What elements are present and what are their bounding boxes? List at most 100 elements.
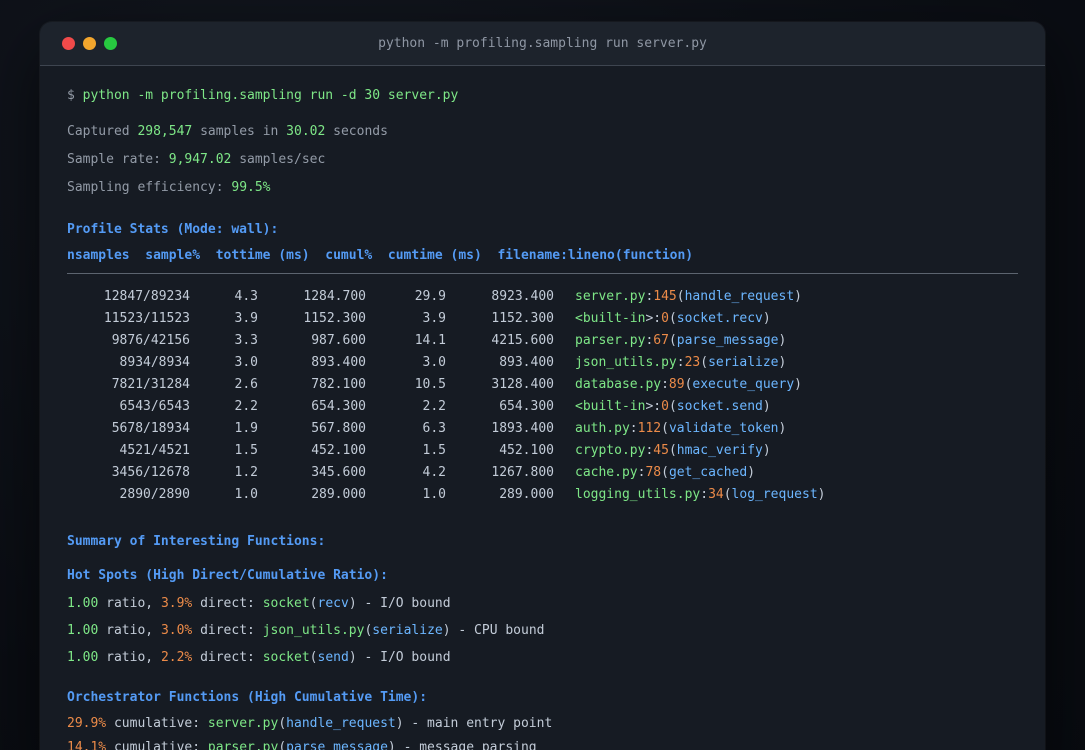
- profile-row: 9876/42156 3.3 987.600 14.1 4215.600 parser.p…: [67, 330, 1018, 352]
- file-name: server.py: [207, 716, 279, 731]
- line-number: 0: [661, 399, 669, 414]
- command-line: $ python -m profiling.sampling run -d 30…: [67, 82, 1018, 110]
- function-name: socket.send: [676, 399, 763, 414]
- window-titlebar[interactable]: python -m profiling.sampling run server.…: [40, 22, 1045, 66]
- cell-cumtime: 3128.400: [491, 377, 554, 392]
- cell-nsamples: 5678/18934: [111, 421, 190, 436]
- cell-cumtime: 1267.800: [491, 465, 554, 480]
- line-number: 67: [653, 333, 669, 348]
- function-name: parse_message: [676, 333, 779, 348]
- zoom-button[interactable]: [104, 37, 117, 50]
- captured-line: Captured 298,547 samples in 30.02 second…: [67, 118, 1018, 146]
- hot-spot-list: 1.00 ratio, 3.9% direct: socket(recv) - …: [67, 590, 1018, 671]
- command-text: python -m profiling.sampling run -d 30 s…: [82, 88, 459, 103]
- cell-sample-percent: 3.0: [234, 355, 258, 370]
- cell-nsamples: 6543/6543: [119, 399, 190, 414]
- cell-sample-percent: 2.6: [234, 377, 258, 392]
- captured-seconds-value: 30.02: [286, 124, 326, 139]
- cell-cumul-percent: 6.3: [422, 421, 446, 436]
- efficiency-line: Sampling efficiency: 99.5%: [67, 174, 1018, 202]
- hot-spot-item: 1.00 ratio, 2.2% direct: socket(send) - …: [67, 650, 451, 665]
- table-divider: [67, 273, 1018, 274]
- cell-tottime: 289.000: [311, 487, 366, 502]
- cell-tottime: 1284.700: [303, 289, 366, 304]
- function-name: get_cached: [668, 465, 748, 480]
- file-name: auth.py: [575, 421, 630, 436]
- profile-row: 11523/11523 3.9 1152.300 3.9 1152.300 <built-…: [67, 308, 1018, 330]
- function-name: log_request: [731, 487, 818, 502]
- cell-sample-percent: 4.3: [234, 289, 258, 304]
- ratio-value: 1.00: [67, 623, 99, 638]
- cell-function-ref: auth.py:112(validate_token): [575, 421, 787, 436]
- cell-cumtime: 289.000: [499, 487, 554, 502]
- bound-note: - I/O bound: [356, 596, 451, 611]
- cell-function-ref: database.py:89(execute_query): [575, 377, 802, 392]
- cell-cumul-percent: 10.5: [414, 377, 446, 392]
- profile-row: 3456/12678 1.2 345.600 4.2 1267.800 cache.py:…: [67, 462, 1018, 484]
- file-name: database.py: [575, 377, 662, 392]
- bound-note: - I/O bound: [356, 650, 451, 665]
- cell-cumtime: 4215.600: [491, 333, 554, 348]
- cell-sample-percent: 2.2: [234, 399, 258, 414]
- role-note: - message parsing: [395, 740, 537, 750]
- window-controls: [62, 37, 117, 50]
- terminal-window: python -m profiling.sampling run server.…: [40, 22, 1045, 750]
- function-name: recv: [317, 596, 349, 611]
- function-name: parse_message: [286, 740, 388, 750]
- cell-function-ref: <built-in>:0(socket.recv): [575, 311, 771, 326]
- file-name: parser.py: [575, 333, 646, 348]
- minimize-button[interactable]: [83, 37, 96, 50]
- cell-cumul-percent: 3.9: [422, 311, 446, 326]
- profile-row: 6543/6543 2.2 654.300 2.2 654.300 <built-in>:…: [67, 396, 1018, 418]
- profile-stats-title: Profile Stats (Mode: wall):: [67, 222, 279, 237]
- profile-columns-header: nsamples sample% tottime (ms) cumul% cum…: [67, 248, 694, 263]
- file-name: <built-in: [575, 399, 646, 414]
- cell-sample-percent: 1.9: [234, 421, 258, 436]
- cell-sample-percent: 3.9: [234, 311, 258, 326]
- file-name: socket: [262, 650, 310, 665]
- cell-tottime: 345.600: [311, 465, 366, 480]
- terminal-content[interactable]: $ python -m profiling.sampling run -d 30…: [40, 66, 1045, 750]
- file-name: socket: [262, 596, 310, 611]
- cell-tottime: 654.300: [311, 399, 366, 414]
- line-number: 23: [684, 355, 701, 370]
- sample-rate-label: Sample rate:: [67, 152, 169, 167]
- file-name: json_utils.py: [262, 623, 365, 638]
- cell-cumtime: 893.400: [499, 355, 554, 370]
- orchestrator-item: 14.1% cumulative: parser.py(parse_messag…: [67, 736, 1018, 750]
- line-number: 78: [645, 465, 662, 480]
- profile-rows: 12847/89234 4.3 1284.700 29.9 8923.400 server…: [67, 286, 1018, 506]
- line-number: 112: [637, 421, 662, 436]
- cell-cumtime: 1152.300: [491, 311, 554, 326]
- file-name: <built-in: [575, 311, 646, 326]
- profile-row: 8934/8934 3.0 893.400 3.0 893.400 json_utils.…: [67, 352, 1018, 374]
- function-name: hmac_verify: [676, 443, 763, 458]
- direct-percent: 3.9%: [160, 596, 193, 611]
- efficiency-label: Sampling efficiency:: [67, 180, 232, 195]
- cell-tottime: 782.100: [311, 377, 366, 392]
- role-note: - main entry point: [403, 716, 553, 731]
- cell-nsamples: 8934/8934: [119, 355, 190, 370]
- hot-spot-item: 1.00 ratio, 3.9% direct: socket(recv) - …: [67, 596, 451, 611]
- cell-cumtime: 654.300: [499, 399, 554, 414]
- cell-sample-percent: 3.3: [234, 333, 258, 348]
- cell-function-ref: <built-in>:0(socket.send): [575, 399, 771, 414]
- function-name: socket.recv: [676, 311, 763, 326]
- cell-function-ref: crypto.py:45(hmac_verify): [575, 443, 771, 458]
- cumulative-percent: 29.9%: [67, 716, 107, 731]
- cell-nsamples: 7821/31284: [111, 377, 190, 392]
- hot-spot-item: 1.00 ratio, 3.0% direct: json_utils.py(s…: [67, 623, 545, 638]
- captured-samples-value: 298,547: [137, 124, 193, 139]
- shell-prompt: $: [67, 88, 83, 103]
- cell-cumul-percent: 1.0: [422, 487, 446, 502]
- close-button[interactable]: [62, 37, 75, 50]
- file-name: json_utils.py: [575, 355, 677, 370]
- orchestrators-title: Orchestrator Functions (High Cumulative …: [67, 690, 428, 705]
- profile-row: 7821/31284 2.6 782.100 10.5 3128.400 database…: [67, 374, 1018, 396]
- function-name: handle_request: [286, 716, 396, 731]
- cell-function-ref: json_utils.py:23(serialize): [575, 355, 787, 370]
- captured-label-3: seconds: [325, 124, 388, 139]
- line-number: 145: [653, 289, 677, 304]
- cell-function-ref: logging_utils.py:34(log_request): [575, 487, 826, 502]
- profile-row: 12847/89234 4.3 1284.700 29.9 8923.400 server…: [67, 286, 1018, 308]
